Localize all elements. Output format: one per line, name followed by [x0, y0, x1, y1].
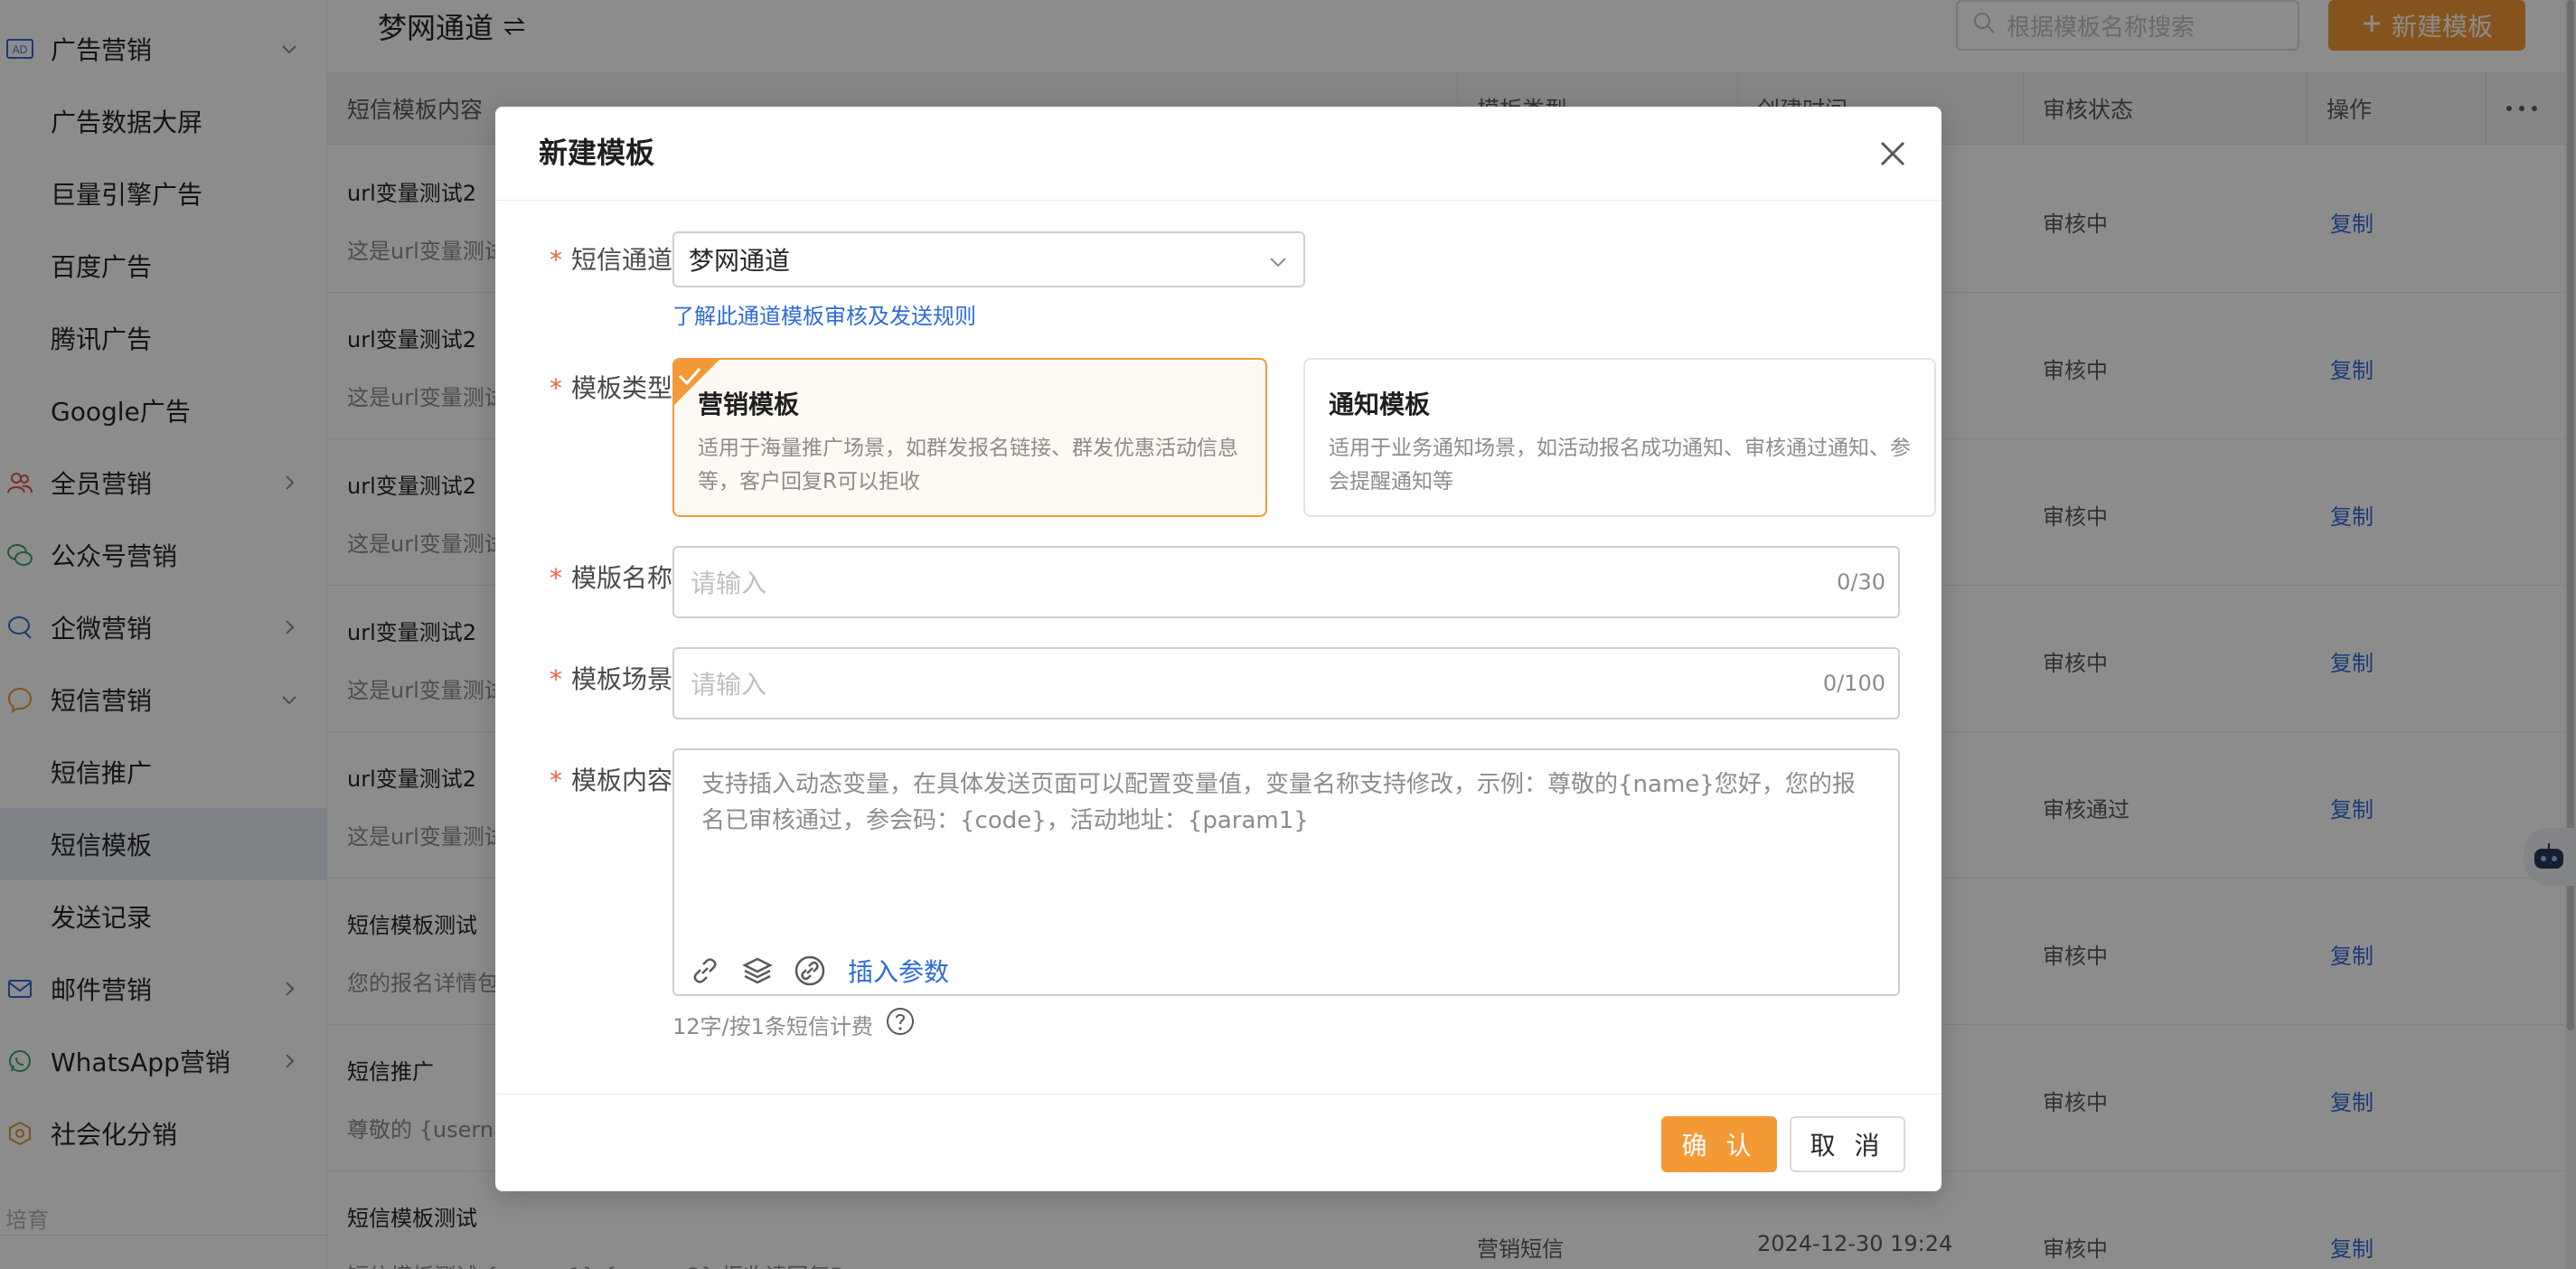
- textarea-placeholder: 支持插入动态变量，在具体发送页面可以配置变量值，变量名称支持修改，示例：尊敬的{…: [701, 771, 1856, 834]
- short-link-icon[interactable]: [792, 953, 828, 989]
- dialog-footer: 确 认 取 消: [495, 1094, 1941, 1191]
- card-description: 适用于业务通知场景，如活动报名成功通知、审核通过通知、参会提醒通知等: [1329, 437, 1911, 494]
- char-counter: 0/100: [1822, 671, 1885, 696]
- close-icon[interactable]: [1873, 134, 1913, 174]
- channel-select[interactable]: 梦网通道: [672, 231, 1305, 287]
- textarea-toolbar: 插入参数: [687, 953, 949, 989]
- template-scene-input[interactable]: 请输入 0/100: [672, 647, 1900, 719]
- name-label: * 模版名称: [549, 563, 672, 593]
- input-placeholder: 请输入: [691, 569, 767, 598]
- card-description: 适用于海量推广场景，如群发报名链接、群发优惠活动信息等，客户回复R可以拒收: [698, 437, 1238, 494]
- insert-param-button[interactable]: 插入参数: [848, 953, 949, 989]
- marketing-template-card[interactable]: 营销模板 适用于海量推广场景，如群发报名链接、群发优惠活动信息等，客户回复R可以…: [672, 358, 1267, 517]
- channel-select-value: 梦网通道: [689, 246, 791, 276]
- chevron-down-icon: [1267, 249, 1289, 271]
- card-title: 通知模板: [1329, 390, 1431, 419]
- content-label: * 模板内容: [549, 766, 672, 795]
- link-icon[interactable]: [687, 953, 723, 989]
- help-icon[interactable]: [886, 1007, 915, 1041]
- billing-hint: 12字/按1条短信计费: [672, 1007, 915, 1041]
- dialog-title: 新建模板: [539, 136, 655, 170]
- dialog-header: 新建模板: [495, 107, 1941, 201]
- card-title: 营销模板: [698, 390, 800, 419]
- confirm-button[interactable]: 确 认: [1661, 1116, 1777, 1172]
- channel-rule-link[interactable]: 了解此通道模板审核及发送规则: [672, 298, 976, 330]
- type-label: * 模板类型: [549, 373, 672, 403]
- check-corner-icon: [672, 358, 721, 407]
- cancel-button[interactable]: 取 消: [1790, 1116, 1905, 1172]
- template-content-textarea[interactable]: 支持插入动态变量，在具体发送页面可以配置变量值，变量名称支持修改，示例：尊敬的{…: [672, 748, 1900, 996]
- input-placeholder: 请输入: [691, 670, 767, 700]
- channel-label: * 短信通道: [549, 245, 672, 275]
- notification-template-card[interactable]: 通知模板 适用于业务通知场景，如活动报名成功通知、审核通过通知、参会提醒通知等: [1303, 358, 1936, 517]
- scene-label: * 模板场景: [549, 664, 672, 694]
- template-name-input[interactable]: 请输入 0/30: [672, 546, 1900, 618]
- char-counter: 0/30: [1837, 569, 1885, 595]
- billing-text: 12字/按1条短信计费: [672, 1013, 873, 1039]
- new-template-dialog: 新建模板 * 短信通道 梦网通道 了解此通道模板审核及发送规则 * 模板类型 营销模…: [495, 107, 1941, 1191]
- layers-icon[interactable]: [739, 953, 776, 989]
